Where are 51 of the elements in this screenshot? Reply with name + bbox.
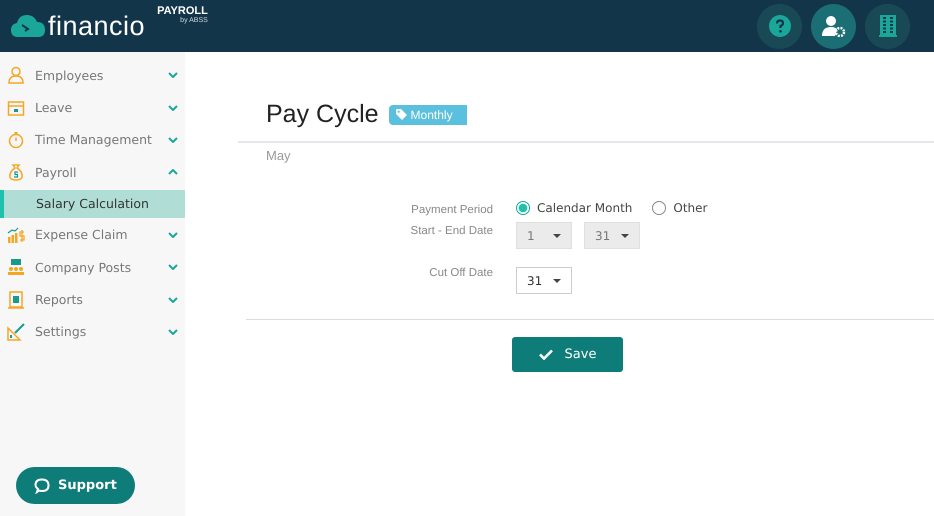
- sidebar-item[interactable]: Company Posts: [0, 250, 185, 284]
- dropdown[interactable]: 31: [516, 267, 572, 294]
- support-button[interactable]: Support: [16, 467, 135, 504]
- help-icon: [768, 15, 790, 37]
- wand-chart-icon: [7, 322, 25, 341]
- period-label: May: [265, 148, 292, 163]
- chevron-down-icon: [168, 72, 178, 78]
- person-icon: [7, 66, 25, 84]
- chevron-down-icon: [168, 328, 178, 335]
- user-gear-icon: [822, 15, 846, 37]
- radio-option[interactable]: Other: [652, 201, 708, 215]
- page-title: Pay Cycle: [266, 100, 379, 129]
- chevron-down-icon: [168, 232, 178, 238]
- company-button[interactable]: [865, 4, 910, 48]
- sidebar-subitem[interactable]: Salary Calculation: [0, 190, 185, 218]
- help-button[interactable]: [757, 4, 802, 48]
- sidebar-item[interactable]: Employees: [0, 59, 185, 92]
- radio-option[interactable]: Calendar Month: [516, 201, 632, 215]
- user-settings-button[interactable]: [811, 4, 856, 48]
- chevron-down-icon: [168, 296, 178, 303]
- caret-icon: [621, 234, 629, 238]
- sidebar-item[interactable]: Reports: [0, 283, 185, 316]
- frequency-tag: Monthly: [388, 104, 467, 124]
- sidebar-item[interactable]: Settings: [0, 316, 185, 348]
- chart-dollar-icon: [7, 226, 25, 244]
- chevron-down-icon: [168, 264, 178, 270]
- building-icon: [878, 14, 896, 38]
- field-label: Payment Period: [411, 204, 493, 216]
- report-icon: [7, 290, 25, 309]
- sidebar-item[interactable]: Time Management: [0, 124, 185, 156]
- caret-icon: [553, 278, 561, 282]
- group-board-icon: [7, 258, 25, 276]
- sidebar-item[interactable]: Payroll: [0, 156, 185, 189]
- calendar-icon: [7, 98, 25, 117]
- tag-icon: [396, 109, 407, 120]
- stopwatch-icon: [7, 130, 25, 149]
- caret-icon: [553, 234, 561, 238]
- field-label: Start - End Date: [410, 225, 493, 237]
- field-label: Cut Off Date: [429, 267, 493, 279]
- cloud-logo-icon: [10, 13, 46, 39]
- product-name: PAYROLL: [157, 4, 208, 16]
- brand-name: financio: [48, 10, 146, 42]
- save-button[interactable]: Save: [512, 337, 623, 372]
- sidebar-item[interactable]: Expense Claim: [0, 218, 185, 251]
- chevron-up-icon: [168, 169, 178, 176]
- chevron-down-icon: [168, 104, 178, 111]
- money-bag-icon: [7, 163, 25, 182]
- chevron-down-icon: [168, 136, 178, 143]
- check-icon: [538, 349, 553, 360]
- chat-bubble-icon: [34, 478, 50, 494]
- sidebar-item[interactable]: Leave: [0, 91, 185, 124]
